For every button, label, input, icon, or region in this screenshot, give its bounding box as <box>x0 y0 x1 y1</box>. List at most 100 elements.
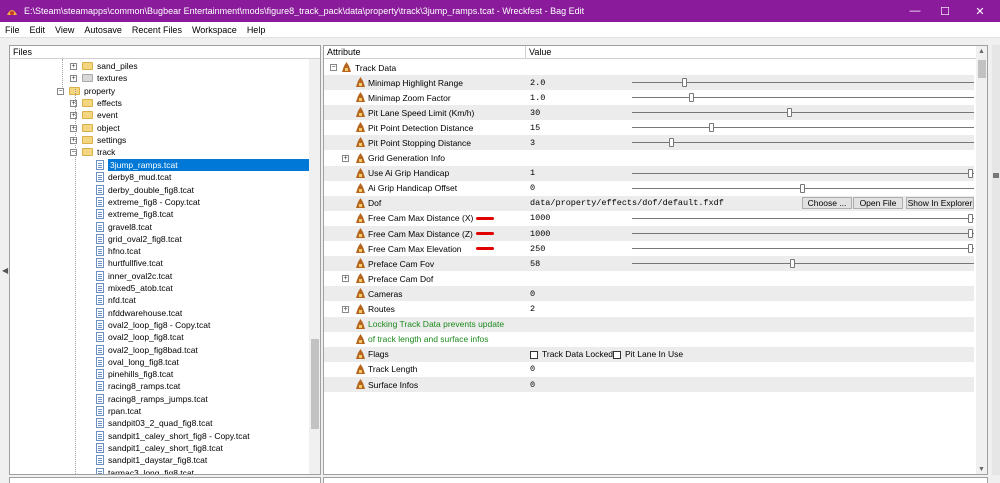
tree-file[interactable]: hfno.tcat <box>96 245 141 257</box>
value-slider[interactable] <box>632 168 974 178</box>
property-value[interactable]: 0 <box>530 380 535 390</box>
value-slider[interactable] <box>632 183 974 193</box>
property-value[interactable]: 30 <box>530 108 540 118</box>
property-value[interactable]: 0 <box>530 289 535 299</box>
tree-folder-effects[interactable]: + effects <box>70 97 122 109</box>
expand-right-marker[interactable] <box>993 173 999 178</box>
expander-toggle[interactable]: + <box>342 305 349 313</box>
property-row-minimap-zoom-factor[interactable]: Minimap Zoom Factor 1.0 <box>324 90 974 105</box>
property-row-routes[interactable]: + Routes 2 <box>324 302 974 317</box>
choose-button[interactable]: Choose ... <box>802 196 852 209</box>
slider-thumb[interactable] <box>968 244 973 254</box>
property-value[interactable]: 0 <box>530 364 535 374</box>
property-row-ai-grip-handicap-offset[interactable]: Ai Grip Handicap Offset 0 <box>324 181 974 196</box>
property-value[interactable]: 15 <box>530 123 540 133</box>
menu-file[interactable]: File <box>0 25 25 35</box>
expander-toggle[interactable]: + <box>70 62 77 70</box>
property-row-grid-generation-info[interactable]: + Grid Generation Info <box>324 151 974 166</box>
property-value[interactable]: 1.0 <box>530 93 545 103</box>
tree-file[interactable]: tarmac3_long_fig8.tcat <box>96 467 194 474</box>
pit-lane-in-use-checkbox[interactable]: Pit Lane In Use <box>613 349 683 359</box>
value-slider[interactable] <box>632 244 974 254</box>
slider-thumb[interactable] <box>682 78 688 87</box>
collapse-left-arrow[interactable]: ◀ <box>2 266 8 276</box>
properties-scrollbar-thumb[interactable] <box>978 60 986 78</box>
menu-workspace[interactable]: Workspace <box>187 25 242 35</box>
property-row-pit-point-detection-distance[interactable]: Pit Point Detection Distance 15 <box>324 120 974 135</box>
tree-file[interactable]: derby8_mud.tcat <box>96 171 171 183</box>
checkbox-box[interactable] <box>613 351 621 360</box>
tree-folder-track[interactable]: − track <box>70 146 115 158</box>
slider-thumb[interactable] <box>786 108 792 118</box>
slider-thumb[interactable] <box>668 138 674 148</box>
tree-folder-sand-piles[interactable]: + sand_piles <box>70 60 138 72</box>
files-scrollbar[interactable] <box>309 59 320 474</box>
value-slider[interactable] <box>632 229 974 238</box>
expander-toggle[interactable]: + <box>70 74 77 82</box>
expander-toggle[interactable]: + <box>342 275 349 283</box>
scroll-up-arrow[interactable]: ▲ <box>978 48 985 55</box>
property-row-preface-cam-dof[interactable]: + Preface Cam Dof <box>324 271 974 286</box>
value-slider[interactable] <box>632 138 974 148</box>
tree-folder-object[interactable]: + object <box>70 122 120 134</box>
open-file-button[interactable]: Open File <box>853 196 903 209</box>
tree-folder-textures[interactable]: + textures <box>70 72 127 84</box>
tree-file[interactable]: nfddwarehouse.tcat <box>96 307 182 319</box>
tree-file[interactable]: sandpit1_caley_short_fig8 - Copy.tcat <box>96 430 250 442</box>
files-scrollbar-thumb[interactable] <box>311 339 319 429</box>
tree-file[interactable]: oval2_loop_fig8bad.tcat <box>96 344 198 356</box>
property-row-free-cam-max-elevation[interactable]: Free Cam Max Elevation 250 <box>324 241 974 256</box>
properties-scrollbar[interactable]: ▲ ▼ <box>976 46 987 474</box>
menu-autosave[interactable]: Autosave <box>79 25 127 35</box>
property-value[interactable]: 2 <box>530 304 535 314</box>
property-value[interactable]: 58 <box>530 259 540 269</box>
tree-file[interactable]: racing8_ramps_jumps.tcat <box>96 393 208 405</box>
scroll-down-arrow[interactable]: ▼ <box>978 466 985 473</box>
property-value[interactable]: 0 <box>530 183 535 193</box>
property-value[interactable]: 250 <box>530 244 545 254</box>
maximize-button[interactable]: ☐ <box>930 0 960 22</box>
menu-recent-files[interactable]: Recent Files <box>127 25 187 35</box>
property-row-pit-point-stopping-distance[interactable]: Pit Point Stopping Distance 3 <box>324 135 974 151</box>
slider-thumb[interactable] <box>968 213 973 223</box>
tree-file[interactable]: rpan.tcat <box>96 405 141 417</box>
slider-thumb[interactable] <box>789 259 795 269</box>
tree-file[interactable]: oval2_loop_fig8.tcat <box>96 331 184 343</box>
value-slider[interactable] <box>632 259 974 269</box>
value-slider[interactable] <box>632 78 974 87</box>
property-row-preface-cam-fov[interactable]: Preface Cam Fov 58 <box>324 256 974 272</box>
property-row-cameras[interactable]: Cameras 0 <box>324 286 974 302</box>
tree-file[interactable]: nfd.tcat <box>96 294 136 306</box>
slider-thumb[interactable] <box>968 229 973 238</box>
value-slider[interactable] <box>632 108 974 118</box>
tree-file[interactable]: sandpit1_caley_short_fig8.tcat <box>96 442 223 454</box>
tree-file[interactable]: inner_oval2c.tcat <box>96 270 172 282</box>
property-row-track-length[interactable]: Track Length 0 <box>324 362 974 377</box>
menu-edit[interactable]: Edit <box>25 25 51 35</box>
tree-file[interactable]: extreme_fig8.tcat <box>96 208 173 220</box>
expander-toggle[interactable]: − <box>57 87 64 95</box>
value-column-header[interactable]: Value <box>526 46 966 58</box>
tree-file[interactable]: sandpit1_daystar_fig8.tcat <box>96 454 207 466</box>
tree-file[interactable]: extreme_fig8 - Copy.tcat <box>96 196 200 208</box>
tree-file[interactable]: oval2_loop_fig8 - Copy.tcat <box>96 319 210 331</box>
property-row-minimap-highlight-range[interactable]: Minimap Highlight Range 2.0 <box>324 75 974 90</box>
tree-file[interactable]: derby_double_fig8.tcat <box>96 184 194 196</box>
tree-file[interactable]: pinehills_fig8.tcat <box>96 368 173 380</box>
property-row-track-data[interactable]: − Track Data <box>324 60 974 75</box>
expander-toggle[interactable]: − <box>330 64 337 71</box>
property-value[interactable]: 3 <box>530 138 535 148</box>
property-value[interactable]: 2.0 <box>530 78 545 88</box>
slider-thumb[interactable] <box>968 168 973 178</box>
property-value[interactable]: 1 <box>530 168 535 178</box>
show-in-explorer-button[interactable]: Show In Explorer <box>906 196 974 209</box>
value-slider[interactable] <box>632 123 974 133</box>
property-row-dof[interactable]: Dof data/property/effects/dof/default.fxd… <box>324 195 974 211</box>
property-row-of-track-length-and-surface-infos[interactable]: of track length and surface infos <box>324 332 974 347</box>
track-data-locked-checkbox[interactable]: Track Data Locked <box>530 349 613 359</box>
close-button[interactable]: ✕ <box>960 0 1000 22</box>
property-row-locking-track-data-prevents-update[interactable]: Locking Track Data prevents update <box>324 316 974 332</box>
tree-file-selected[interactable]: 3jump_ramps.tcat <box>96 159 318 171</box>
tree-file[interactable]: hurtfullfive.tcat <box>96 257 163 269</box>
expander-toggle[interactable]: + <box>342 154 349 162</box>
